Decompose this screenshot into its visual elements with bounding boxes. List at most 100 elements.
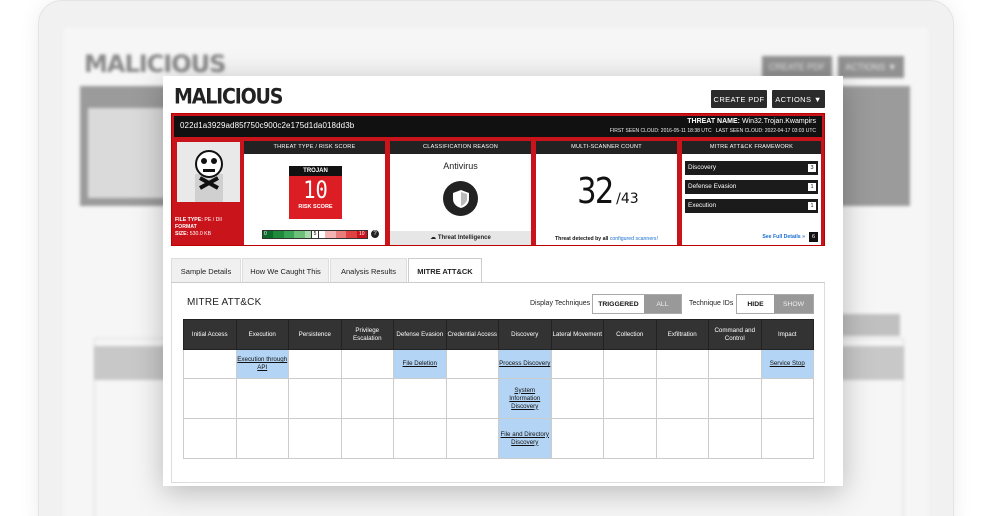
- risk-score-value: 10: [303, 176, 328, 204]
- matrix-cell: [340, 418, 394, 459]
- matrix-cell: [340, 349, 394, 379]
- matrix-cell: [288, 378, 342, 419]
- mitre-item-discovery[interactable]: Discovery 3: [685, 161, 818, 175]
- mitre-item-label: Defense Evasion: [688, 183, 737, 190]
- classification-header: CLASSIFICATION REASON: [390, 141, 531, 154]
- matrix-cell: [445, 418, 499, 459]
- mitre-item-execution[interactable]: Execution 1: [685, 199, 818, 213]
- mitre-item-defense-evasion[interactable]: Defense Evasion 1: [685, 180, 818, 194]
- detected-count: 32: [577, 171, 614, 212]
- technique-link[interactable]: System Information Discovery: [509, 387, 540, 410]
- tab-mitre-attack[interactable]: MITRE ATT&CK: [408, 258, 482, 283]
- matrix-cell: [603, 378, 657, 419]
- background-avatar: [88, 108, 168, 198]
- technique-link[interactable]: Process Discovery: [499, 360, 550, 367]
- mitre-item-count: 3: [808, 164, 816, 172]
- sample-hash: 022d1a3929ad85f750c900c2e175d1da018dd3b: [180, 121, 355, 130]
- tab-sample-details[interactable]: Sample Details: [171, 258, 241, 283]
- gauge-low: 0: [264, 231, 267, 237]
- matrix-cell: [393, 418, 447, 459]
- scanner-footer: Threat detected by all configured scanne…: [536, 236, 677, 242]
- gauge-high: 10: [359, 231, 365, 237]
- risk-score-label: RISK SCORE: [298, 204, 333, 210]
- matrix-header-row: Initial Access Execution Persistence Pri…: [183, 319, 814, 350]
- tab-how-we-caught-this[interactable]: How We Caught This: [242, 258, 329, 283]
- matrix-cell: [393, 378, 447, 419]
- threat-type-panel: THREAT TYPE / RISK SCORE TROJAN 10 RISK …: [244, 141, 385, 245]
- column-header: Persistence: [288, 319, 342, 350]
- size-value: 530.0 KB: [189, 231, 212, 237]
- mitre-attack-content: MITRE ATT&CK Display Techniques TRIGGERE…: [171, 283, 825, 483]
- column-header: Impact: [760, 319, 814, 350]
- mitre-item-label: Discovery: [688, 164, 717, 171]
- mitre-matrix: Initial Access Execution Persistence Pri…: [183, 319, 814, 459]
- show-button[interactable]: SHOW: [774, 295, 813, 313]
- last-seen: LAST SEEN CLOUD: 2022-04-17 03:03 UTC: [715, 128, 816, 134]
- matrix-cell: [235, 378, 289, 419]
- mitre-item-count: 1: [808, 183, 816, 191]
- table-row: System Information Discovery: [183, 378, 814, 419]
- column-header: Execution: [235, 319, 289, 350]
- table-row: File and Directory Discovery: [183, 418, 814, 459]
- configured-scanners-link[interactable]: configured scanners!: [610, 236, 658, 242]
- mitre-framework-panel: MITRE ATT&CK FRAMEWORK Discovery 3 Defen…: [682, 141, 821, 245]
- mitre-item-count: 1: [808, 202, 816, 210]
- mitre-framework-header: MITRE ATT&CK FRAMEWORK: [682, 141, 821, 154]
- see-full-details-link[interactable]: See Full Details »: [762, 234, 805, 240]
- scanner-count: 32/43: [536, 171, 677, 212]
- matrix-cell: [708, 378, 762, 419]
- summary-panel: 022d1a3929ad85f750c900c2e175d1da018dd3b …: [171, 113, 825, 246]
- column-header: Privilege Escalation: [340, 319, 394, 350]
- matrix-cell: [183, 418, 237, 459]
- file-info: FILE TYPE: PE / Dll FORMAT SIZE: 530.0 K…: [175, 217, 222, 238]
- background-actions-button: ACTIONS ▼: [838, 56, 904, 78]
- matrix-cell: [288, 418, 342, 459]
- technique-link[interactable]: File and Directory Discovery: [501, 431, 550, 446]
- actions-button[interactable]: ACTIONS ▼: [772, 90, 825, 108]
- create-pdf-button[interactable]: CREATE PDF: [711, 90, 767, 108]
- table-row: Execution through API File Deletion Proc…: [183, 349, 814, 379]
- file-type-label: FILE TYPE:: [175, 217, 203, 223]
- matrix-cell: [708, 349, 762, 379]
- file-type-line: FILE TYPE: PE / Dll: [175, 217, 222, 224]
- matrix-cell: [445, 378, 499, 419]
- column-header: Command and Control: [708, 319, 762, 350]
- background-create-button: CREATE PDF: [762, 56, 832, 78]
- matrix-cell: [183, 378, 237, 419]
- gauge-mid: 5: [311, 230, 319, 239]
- format-line: FORMAT: [175, 224, 222, 231]
- size-label: SIZE:: [175, 231, 189, 237]
- matrix-cell: [550, 418, 604, 459]
- technique-link[interactable]: Execution through API: [237, 356, 287, 371]
- technique-link[interactable]: Service Stop: [770, 360, 805, 367]
- threat-intelligence-footer: ☁ Threat Intelligence: [390, 231, 531, 245]
- threat-name-label: THREAT NAME:: [687, 118, 740, 125]
- mitre-item-label: Execution: [688, 202, 717, 209]
- matrix-cell: [655, 349, 709, 379]
- matrix-cell: [550, 349, 604, 379]
- background-title: MALICIOUS: [84, 50, 226, 78]
- matrix-cell: Service Stop: [760, 349, 814, 379]
- report-card: MALICIOUS CREATE PDF ACTIONS ▼ 022d1a392…: [163, 76, 843, 486]
- size-line: SIZE: 530.0 KB: [175, 231, 222, 238]
- total-count: /43: [616, 191, 639, 207]
- matrix-cell: [550, 378, 604, 419]
- skull-icon: [177, 142, 240, 202]
- matrix-cell: [655, 378, 709, 419]
- seen-dates: FIRST SEEN CLOUD: 2016-05-11 18:38 UTC L…: [610, 128, 816, 134]
- matrix-cell: [288, 349, 342, 379]
- column-header: Collection: [603, 319, 657, 350]
- matrix-cell: Process Discovery: [498, 349, 552, 379]
- hide-button[interactable]: HIDE: [737, 295, 775, 313]
- matrix-cell: [655, 418, 709, 459]
- matrix-cell: [760, 378, 814, 419]
- help-icon[interactable]: ?: [371, 230, 379, 238]
- column-header: Lateral Movement: [550, 319, 604, 350]
- matrix-cell: System Information Discovery: [498, 378, 552, 419]
- scanner-footer-text: Threat detected by all: [555, 236, 609, 242]
- technique-ids-label: Technique IDs: [689, 300, 734, 307]
- tab-analysis-results[interactable]: Analysis Results: [330, 258, 407, 283]
- triggered-button[interactable]: TRIGGERED: [593, 295, 644, 313]
- technique-link[interactable]: File Deletion: [403, 360, 437, 367]
- all-button[interactable]: ALL: [643, 295, 681, 313]
